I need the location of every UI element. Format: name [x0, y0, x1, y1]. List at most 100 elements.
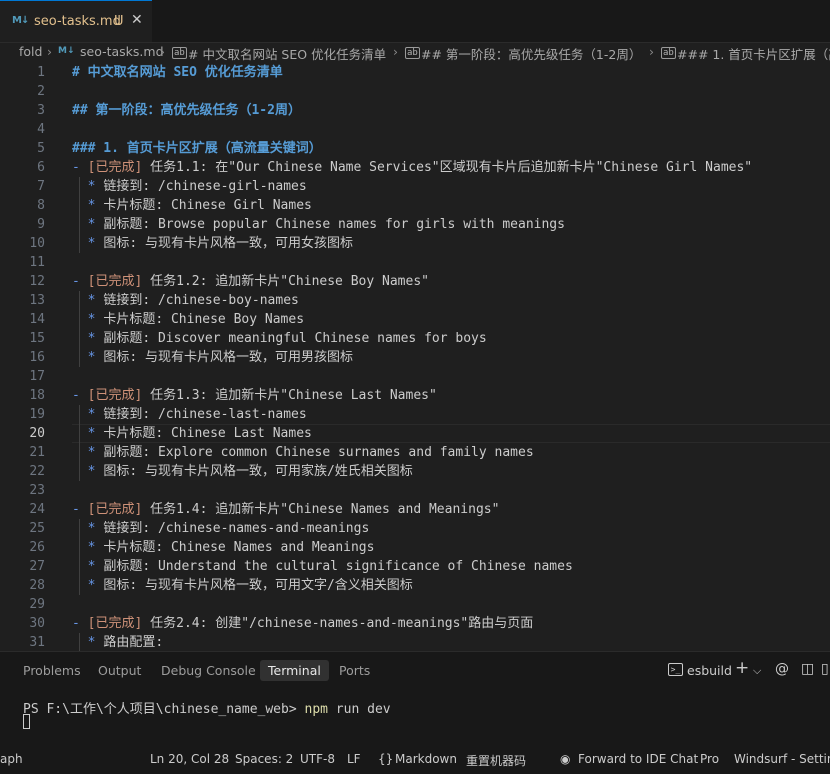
list-bullet: *	[72, 198, 104, 213]
editor-line[interactable]: 19 * 链接到: /chinese-last-names	[0, 405, 830, 424]
line-ending[interactable]: LF	[347, 752, 361, 766]
editor-line[interactable]: 6 - [已完成] 任务1.1: 在"Our Chinese Name Servi…	[0, 158, 830, 177]
editor-line[interactable]: 23	[0, 481, 830, 500]
terminal-name[interactable]: esbuild	[687, 663, 732, 678]
editor-line[interactable]: 28 * 图标: 与现有卡片风格一致，可用文字/含义相关图标	[0, 576, 830, 595]
line-text: - [已完成] 任务2.4: 创建"/chinese-names-and-mea…	[72, 614, 533, 633]
line-number: 28	[29, 578, 45, 593]
editor-line[interactable]: 14 * 卡片标题: Chinese Boy Names	[0, 310, 830, 329]
extension-status[interactable]: 重置机器码	[466, 752, 526, 769]
line-text: * 卡片标题: Chinese Names and Meanings	[72, 538, 375, 557]
breadcrumb-h2[interactable]: ## 第一阶段：高优先级任务（1-2周）	[421, 44, 641, 62]
breadcrumb-h3[interactable]: ### 1. 首页卡片区扩展（高	[677, 44, 830, 62]
forward-to-chat[interactable]: Forward to IDE Chat	[578, 752, 698, 766]
list-bullet: *	[72, 293, 104, 308]
editor-line[interactable]: 7 * 链接到: /chinese-girl-names	[0, 177, 830, 196]
editor-line[interactable]: 17	[0, 367, 830, 386]
plan-badge[interactable]: Pro	[700, 752, 719, 766]
line-text: - [已完成] 任务1.1: 在"Our Chinese Name Servic…	[72, 158, 752, 177]
line-content: 图标: 与现有卡片风格一致，可用女孩图标	[103, 236, 353, 251]
list-bullet: *	[72, 426, 104, 441]
line-text: * 卡片标题: Chinese Girl Names	[72, 196, 312, 215]
indentation[interactable]: Spaces: 2	[235, 752, 293, 766]
completed-marker: [已完成]	[87, 502, 143, 517]
line-text: # 中文取名网站 SEO 优化任务清单	[72, 63, 283, 82]
completed-marker: [已完成]	[87, 160, 143, 175]
editor-line[interactable]: 25 * 链接到: /chinese-names-and-meanings	[0, 519, 830, 538]
line-number: 21	[29, 445, 45, 460]
line-text: * 副标题: Understand the cultural significa…	[72, 557, 573, 576]
encoding[interactable]: UTF-8	[300, 752, 335, 766]
editor-line[interactable]: 20 * 卡片标题: Chinese Last Names	[0, 424, 830, 443]
line-number: 11	[29, 255, 45, 270]
line-content: 链接到: /chinese-last-names	[103, 407, 307, 422]
chevron-right-icon: ›	[47, 44, 52, 59]
editor-line[interactable]: 30 - [已完成] 任务2.4: 创建"/chinese-names-and-m…	[0, 614, 830, 633]
line-text: * 卡片标题: Chinese Last Names	[72, 424, 312, 443]
indent-guide	[79, 519, 80, 595]
line-number: 17	[29, 369, 45, 384]
editor-line[interactable]: 21 * 副标题: Explore common Chinese surname…	[0, 443, 830, 462]
line-number: 10	[29, 236, 45, 251]
completed-marker: [已完成]	[87, 388, 143, 403]
editor-line[interactable]: 5 ### 1. 首页卡片区扩展（高流量关键词）	[0, 139, 830, 158]
editor-line[interactable]: 10 * 图标: 与现有卡片风格一致，可用女孩图标	[0, 234, 830, 253]
breadcrumb-folder[interactable]: fold	[19, 44, 42, 59]
list-bullet: -	[72, 616, 88, 631]
line-text: * 卡片标题: Chinese Boy Names	[72, 310, 304, 329]
split-terminal-icon[interactable]: ◫	[801, 661, 814, 677]
editor-line[interactable]: 16 * 图标: 与现有卡片风格一致，可用男孩图标	[0, 348, 830, 367]
editor-line[interactable]: 24 - [已完成] 任务1.4: 追加新卡片"Chinese Names and…	[0, 500, 830, 519]
line-content: 图标: 与现有卡片风格一致，可用家族/姓氏相关图标	[103, 464, 413, 479]
chevron-right-icon: ›	[649, 44, 654, 59]
tab-problems[interactable]: Problems	[23, 663, 81, 678]
braces-icon: {}	[378, 752, 394, 766]
line-text: * 图标: 与现有卡片风格一致，可用家族/姓氏相关图标	[72, 462, 413, 481]
line-number: 9	[37, 217, 45, 232]
editor-line[interactable]: 26 * 卡片标题: Chinese Names and Meanings	[0, 538, 830, 557]
terminal-cursor	[23, 714, 30, 729]
indent-guide	[79, 291, 80, 367]
breadcrumb-file[interactable]: seo-tasks.md	[80, 44, 164, 59]
new-terminal-icon[interactable]: +	[735, 658, 749, 678]
line-number: 8	[37, 198, 45, 213]
editor-line[interactable]: 2	[0, 82, 830, 101]
line-text: * 副标题: Browse popular Chinese names for …	[72, 215, 565, 234]
editor-line[interactable]: 8 * 卡片标题: Chinese Girl Names	[0, 196, 830, 215]
list-bullet: *	[72, 179, 104, 194]
trash-icon[interactable]: ▯	[821, 661, 829, 677]
editor-line[interactable]: 1 # 中文取名网站 SEO 优化任务清单	[0, 63, 830, 82]
chevron-down-icon[interactable]: ⌵	[753, 664, 761, 678]
editor-line[interactable]: 29	[0, 595, 830, 614]
tab-output[interactable]: Output	[98, 663, 141, 678]
editor-line[interactable]: 3 ## 第一阶段：高优先级任务（1-2周）	[0, 101, 830, 120]
editor-line[interactable]: 22 * 图标: 与现有卡片风格一致，可用家族/姓氏相关图标	[0, 462, 830, 481]
line-text: ### 1. 首页卡片区扩展（高流量关键词）	[72, 139, 322, 158]
cursor-position[interactable]: Ln 20, Col 28	[150, 752, 229, 766]
tab-seo-tasks[interactable]: M↓ seo-tasks.md U ✕	[0, 0, 152, 42]
windsurf-settings[interactable]: Windsurf - Setting	[734, 752, 830, 766]
breadcrumb-h1[interactable]: # 中文取名网站 SEO 优化任务清单	[188, 44, 386, 62]
editor-line[interactable]: 18 - [已完成] 任务1.3: 追加新卡片"Chinese Last Name…	[0, 386, 830, 405]
editor-line[interactable]: 13 * 链接到: /chinese-boy-names	[0, 291, 830, 310]
completed-marker: [已完成]	[87, 616, 143, 631]
breadcrumb: fold › M↓ seo-tasks.md › ab # 中文取名网站 SEO…	[0, 42, 830, 62]
language-mode[interactable]: Markdown	[395, 752, 457, 766]
editor-line[interactable]: 9 * 副标题: Browse popular Chinese names fo…	[0, 215, 830, 234]
editor-line[interactable]: 15 * 副标题: Discover meaningful Chinese na…	[0, 329, 830, 348]
mention-icon[interactable]: @	[775, 661, 789, 677]
status-left[interactable]: aph	[0, 752, 23, 766]
code-editor[interactable]: 1 # 中文取名网站 SEO 优化任务清单 2 3 ## 第一阶段：高优先级任务（1-2…	[0, 62, 830, 651]
editor-line[interactable]: 31 * 路由配置:	[0, 633, 830, 651]
tab-ports[interactable]: Ports	[339, 663, 370, 678]
line-number: 31	[29, 635, 45, 650]
line-content: 卡片标题: Chinese Names and Meanings	[103, 540, 375, 555]
close-icon[interactable]: ✕	[131, 12, 143, 28]
editor-line[interactable]: 12 - [已完成] 任务1.2: 追加新卡片"Chinese Boy Names…	[0, 272, 830, 291]
editor-line[interactable]: 27 * 副标题: Understand the cultural signif…	[0, 557, 830, 576]
tab-terminal[interactable]: Terminal	[260, 660, 329, 681]
editor-line[interactable]: 4	[0, 120, 830, 139]
editor-line[interactable]: 11	[0, 253, 830, 272]
terminal-prompt-line[interactable]: PS F:\工作\个人项目\chinese_name_web> npm run …	[23, 698, 391, 717]
tab-debug-console[interactable]: Debug Console	[161, 663, 256, 678]
